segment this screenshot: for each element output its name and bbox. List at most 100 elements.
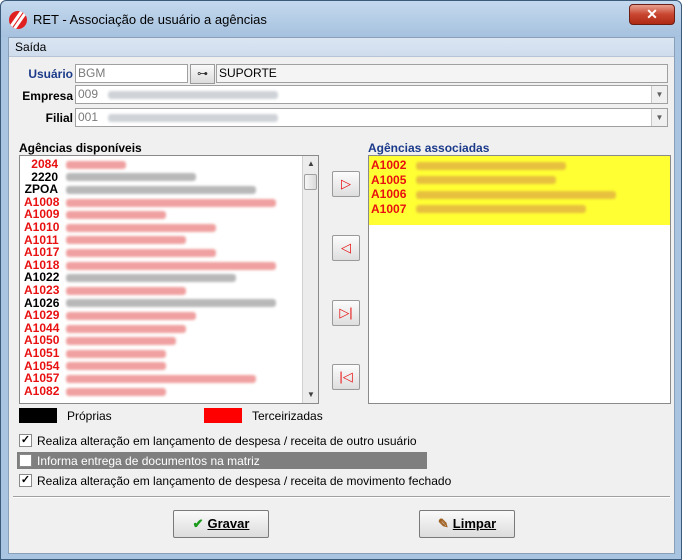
agency-name-redacted (66, 349, 166, 358)
agency-code: A1002 (371, 158, 407, 172)
filial-name-redacted (108, 113, 279, 122)
associated-list-item[interactable]: A1006 (369, 187, 670, 202)
usuario-label: Usuário (28, 67, 73, 81)
chevron-down-icon[interactable]: ▼ (651, 109, 667, 126)
app-logo-icon (9, 11, 27, 29)
agency-name-redacted (416, 190, 617, 199)
client-area: Saída Usuário BGM ⊶ SUPORTE Empresa 009 … (8, 37, 675, 554)
agency-code: A1051 (24, 345, 60, 360)
scroll-down-icon[interactable]: ▼ (303, 387, 318, 403)
associated-rows: A1002 A1005 A1006 A1007 (369, 156, 670, 225)
available-list-item[interactable]: A1029 (20, 309, 318, 322)
available-list-item[interactable]: A1057 (20, 372, 318, 385)
available-list-item[interactable]: 2220 (20, 170, 318, 184)
agency-code: A1082 (24, 383, 60, 398)
available-list-item[interactable]: A1018 (20, 259, 318, 272)
app-window: RET - Associação de usuário a agências ✕… (0, 0, 682, 560)
agency-code: A1029 (24, 308, 60, 323)
agency-code: A1057 (24, 371, 60, 386)
scroll-thumb[interactable] (304, 174, 317, 190)
close-button[interactable]: ✕ (629, 4, 675, 25)
option-other-user-label: Realiza alteração em lançamento de despe… (37, 434, 417, 448)
associated-list-item[interactable]: A1007 (369, 202, 670, 217)
available-agencies-list[interactable]: 2084 2220 ZPOA A1008 A1009 A1010 A1011 A1017 A10… (19, 155, 319, 404)
filial-select[interactable]: 001 ▼ (75, 108, 668, 127)
usuario-code-value: BGM (78, 66, 106, 80)
filial-label: Filial (45, 111, 73, 125)
usuario-name-field: SUPORTE (216, 64, 668, 83)
available-list-item[interactable]: A1017 (20, 246, 318, 259)
available-list-item[interactable]: A1082 (20, 385, 318, 398)
scroll-up-icon[interactable]: ▲ (303, 156, 318, 172)
legend-third-label: Terceirizadas (252, 409, 323, 423)
add-agency-button[interactable]: ▷ (332, 171, 360, 197)
empresa-label: Empresa (22, 89, 73, 103)
available-list-item[interactable]: ZPOA (20, 183, 318, 196)
agency-name-redacted (66, 362, 166, 371)
available-list-item[interactable]: A1044 (20, 322, 318, 335)
option-documents-checkbox[interactable] (19, 454, 32, 467)
available-list-item[interactable]: A1051 (20, 347, 318, 360)
title-bar[interactable]: RET - Associação de usuário a agências ✕ (1, 1, 681, 37)
agency-code: A1023 (24, 282, 60, 297)
agency-name-redacted (66, 248, 216, 257)
agency-name-redacted (416, 161, 567, 170)
remove-agency-button[interactable]: ◁ (332, 235, 360, 261)
binoculars-icon: ⊶ (197, 68, 208, 80)
agency-code: A1006 (371, 187, 407, 201)
agency-name-redacted (416, 176, 557, 185)
chevron-down-icon[interactable]: ▼ (651, 86, 667, 103)
option-closed-movement-checkbox[interactable]: ✓ (19, 474, 32, 487)
usuario-code-input[interactable]: BGM (75, 64, 188, 83)
agency-name-redacted (66, 186, 256, 195)
agency-name-redacted (66, 198, 276, 207)
available-list-title: Agências disponíveis (19, 141, 142, 155)
available-list-item[interactable]: A1023 (20, 284, 318, 297)
agency-name-redacted (66, 387, 166, 396)
clear-button-label: Limpar (452, 516, 497, 531)
divider (13, 496, 670, 498)
usuario-lookup-button[interactable]: ⊶ (190, 64, 215, 84)
clear-button[interactable]: ✎ Limpar (419, 510, 515, 538)
agency-name-redacted (66, 324, 186, 333)
associated-list-item[interactable]: A1005 (369, 173, 670, 188)
add-all-button[interactable]: ▷| (332, 300, 360, 326)
associated-list-title: Agências associadas (368, 141, 490, 155)
available-scrollbar[interactable]: ▲ ▼ (302, 156, 318, 403)
agency-name-redacted (66, 299, 276, 308)
legend-third-swatch (204, 408, 242, 423)
available-list-item[interactable]: A1009 (20, 208, 318, 221)
menu-item-saida[interactable]: Saída (15, 40, 46, 54)
available-list-item[interactable]: A1008 (20, 196, 318, 209)
available-list-item[interactable]: A1026 (20, 296, 318, 310)
available-list-item[interactable]: A1022 (20, 271, 318, 284)
associated-agencies-list[interactable]: A1002 A1005 A1006 A1007 (368, 155, 671, 404)
agency-name-redacted (66, 261, 276, 270)
legend-own-label: Próprias (67, 409, 112, 423)
agency-name-redacted (66, 374, 256, 383)
agency-name-redacted (66, 311, 196, 320)
empresa-select[interactable]: 009 ▼ (75, 85, 668, 104)
filial-code-value: 001 (78, 110, 99, 124)
agency-name-redacted (66, 274, 236, 283)
agency-name-redacted (66, 286, 186, 295)
save-button[interactable]: ✔ Gravar (173, 510, 269, 538)
associated-list-item[interactable]: A1002 (369, 158, 670, 173)
available-list-item[interactable]: A1050 (20, 334, 318, 347)
available-list-item[interactable]: A1054 (20, 359, 318, 373)
menu-bar: Saída (9, 38, 674, 57)
option-documents-label: Informa entrega de documentos na matriz (37, 454, 260, 468)
agency-name-redacted (66, 160, 126, 169)
agency-code: A1010 (24, 219, 60, 234)
eraser-icon: ✎ (437, 516, 449, 531)
empresa-code-value: 009 (78, 87, 99, 101)
agency-name-redacted (66, 236, 186, 245)
available-list-item[interactable]: A1010 (20, 221, 318, 234)
option-other-user-checkbox[interactable]: ✓ (19, 434, 32, 447)
arrow-left-icon: ◁ (341, 240, 351, 255)
remove-all-button[interactable]: |◁ (332, 364, 360, 390)
available-list-item[interactable]: A1011 (20, 233, 318, 247)
window-title: RET - Associação de usuário a agências (33, 12, 267, 27)
available-list-item[interactable]: 2084 (20, 158, 318, 171)
agency-name-redacted (66, 173, 196, 182)
